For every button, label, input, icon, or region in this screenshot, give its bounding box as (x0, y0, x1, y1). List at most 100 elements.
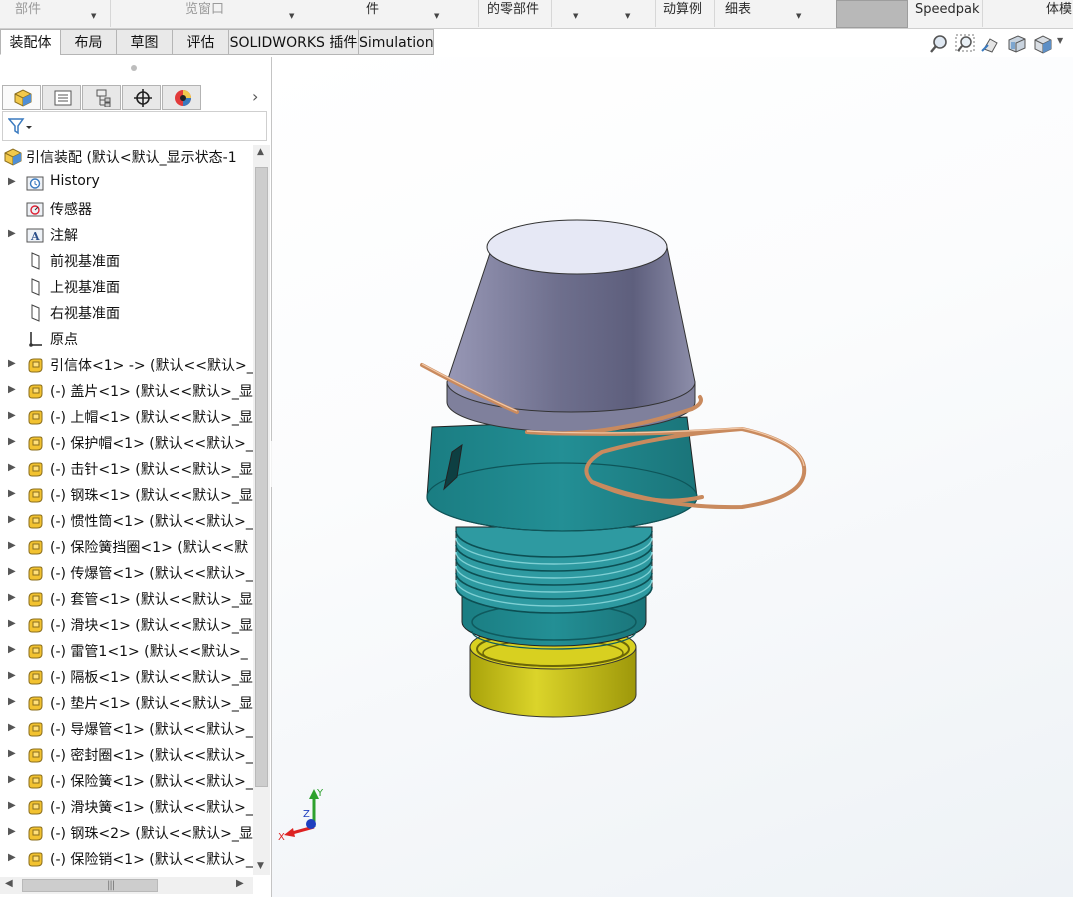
chevron-down-icon[interactable]: ▼ (796, 12, 801, 20)
expand-arrow-icon[interactable]: ▶ (8, 774, 16, 785)
tree-item[interactable]: ▶ (-) 盖片<1> (默认<<默认>_显 (0, 378, 253, 404)
tree-item[interactable]: ▶ (-) 雷管1<1> (默认<<默认>_ (0, 638, 253, 664)
ribbon-item-body-model[interactable]: 体模 (1046, 0, 1072, 27)
expand-arrow-icon[interactable]: ▶ (8, 566, 16, 577)
tree-item[interactable]: ▶ (-) 传爆管<1> (默认<<默认>_ (0, 560, 253, 586)
expand-arrow-icon[interactable]: ▶ (8, 644, 16, 655)
filter-icon[interactable] (8, 117, 34, 135)
expand-arrow-icon[interactable]: ▶ (8, 670, 16, 681)
tree-vertical-scrollbar[interactable]: ▲ ▼ (253, 145, 270, 875)
tree-item[interactable]: ▶ (-) 密封圈<1> (默认<<默认>_ (0, 742, 253, 768)
tree-item[interactable]: ▶ (-) 保护帽<1> (默认<<默认>_ (0, 430, 253, 456)
tree-filter-row[interactable] (2, 111, 267, 141)
tree-item[interactable]: ▶ History (0, 170, 253, 196)
coordinate-triad[interactable]: Y X Z (278, 785, 338, 845)
chevron-down-icon[interactable]: ▼ (91, 12, 96, 20)
ribbon-item-component[interactable]: 件 (366, 0, 379, 27)
expand-arrow-icon[interactable]: ▶ (8, 384, 16, 395)
chevron-right-icon[interactable]: › (252, 87, 258, 106)
expand-arrow-icon[interactable]: ▶ (8, 696, 16, 707)
tree-item[interactable]: ▶ (-) 钢珠<2> (默认<<默认>_显 (0, 820, 253, 846)
threaded-section[interactable] (455, 526, 653, 614)
tab-displaymanager[interactable] (162, 85, 201, 110)
expand-arrow-icon[interactable]: ▶ (8, 722, 16, 733)
tree-item[interactable]: ▶ (-) 套管<1> (默认<<默认>_显 (0, 586, 253, 612)
tree-item[interactable]: 上视基准面 (0, 274, 253, 300)
tree-item[interactable]: ▶ (-) 保险销<1> (默认<<默认>_ (0, 846, 253, 872)
scroll-right-arrow[interactable]: ▶ (236, 878, 244, 889)
expand-arrow-icon[interactable]: ▶ (8, 410, 16, 421)
scroll-up-arrow[interactable]: ▲ (257, 147, 264, 157)
expand-arrow-icon[interactable]: ▶ (8, 358, 16, 369)
scroll-left-arrow[interactable]: ◀ (5, 878, 13, 889)
tree-item[interactable]: ▶ (-) 保险簧挡圈<1> (默认<<默 (0, 534, 253, 560)
scroll-thumb[interactable]: ||| (22, 879, 158, 892)
expand-arrow-icon[interactable]: ▶ (8, 852, 16, 863)
panel-grip[interactable] (131, 65, 137, 71)
view-orientation-icon[interactable] (1032, 33, 1054, 55)
chevron-down-icon[interactable]: ▼ (573, 12, 578, 20)
tree-root-assembly[interactable]: 引信装配 (默认<默认_显示状态-1 (0, 144, 253, 170)
expand-arrow-icon[interactable]: ▶ (8, 436, 16, 447)
tree-item[interactable]: ▶ A 注解 (0, 222, 253, 248)
tree-item[interactable]: ▶ (-) 滑块<1> (默认<<默认>_显 (0, 612, 253, 638)
tree-item[interactable]: ▶ (-) 钢珠<1> (默认<<默认>_显 (0, 482, 253, 508)
section-view-icon[interactable] (1006, 33, 1028, 55)
expand-arrow-icon[interactable]: ▶ (8, 462, 16, 473)
tab-configurationmanager[interactable] (82, 85, 121, 110)
chevron-down-icon[interactable]: ▼ (625, 12, 630, 20)
tab-evaluate[interactable]: 评估 (172, 29, 229, 55)
tree-item[interactable]: 传感器 (0, 196, 253, 222)
ribbon-item-components[interactable]: 的零部件 (487, 0, 539, 27)
chevron-down-icon[interactable]: ▼ (434, 12, 439, 20)
expand-arrow-icon[interactable]: ▶ (8, 826, 16, 837)
tab-simulation[interactable]: Simulation (358, 29, 434, 55)
ribbon-item-motion-study[interactable]: 动算例 (663, 0, 702, 27)
tab-dimxpertmanager[interactable] (122, 85, 161, 110)
expand-arrow-icon[interactable]: ▶ (8, 748, 16, 759)
ribbon-item-preview-window[interactable]: 览窗口 (185, 0, 224, 27)
ribbon-item-bom[interactable]: 细表 (725, 0, 751, 27)
previous-view-icon[interactable] (980, 33, 1002, 55)
expand-arrow-icon[interactable]: ▶ (8, 488, 16, 499)
expand-arrow-icon[interactable]: ▶ (8, 800, 16, 811)
expand-arrow-icon[interactable]: ▶ (8, 540, 16, 551)
tab-propertymanager[interactable] (42, 85, 81, 110)
tree-item[interactable]: 原点 (0, 326, 253, 352)
tree-horizontal-scrollbar[interactable]: ◀ ||| ▶ (0, 877, 253, 894)
expand-arrow-icon[interactable]: ▶ (8, 176, 16, 187)
fuze-assembly-model[interactable] (272, 57, 1073, 897)
tree-item[interactable]: ▶ (-) 隔板<1> (默认<<默认>_显 (0, 664, 253, 690)
graphics-viewport[interactable]: Y X Z (272, 57, 1073, 897)
tree-item[interactable]: ▶ (-) 上帽<1> (默认<<默认>_显 (0, 404, 253, 430)
tree-item[interactable]: ▶ (-) 击针<1> (默认<<默认>_显 (0, 456, 253, 482)
scroll-down-arrow[interactable]: ▼ (257, 861, 264, 871)
scroll-thumb[interactable] (255, 167, 268, 787)
tree-item[interactable]: ▶ 引信体<1> -> (默认<<默认>_ (0, 352, 253, 378)
chevron-down-icon[interactable]: ▼ (289, 12, 294, 20)
tree-item[interactable]: 右视基准面 (0, 300, 253, 326)
tab-sketch[interactable]: 草图 (116, 29, 173, 55)
tree-item[interactable]: ▶ (-) 垫片<1> (默认<<默认>_显 (0, 690, 253, 716)
tree-item-label: (-) 击针<1> (默认<<默认>_显 (50, 462, 253, 478)
tree-item[interactable]: ▶ (-) 滑块簧<1> (默认<<默认>_ (0, 794, 253, 820)
expand-arrow-icon[interactable]: ▶ (8, 228, 16, 239)
chevron-down-icon[interactable]: ▼ (1057, 36, 1063, 45)
tree-item[interactable]: ▶ (-) 保险簧<1> (默认<<默认>_ (0, 768, 253, 794)
protective-cap[interactable] (446, 219, 696, 433)
zoom-to-fit-icon[interactable] (928, 33, 950, 55)
tree-item[interactable]: 前视基准面 (0, 248, 253, 274)
tree-item[interactable]: ▶ (-) 导爆管<1> (默认<<默认>_ (0, 716, 253, 742)
expand-arrow-icon[interactable]: ▶ (8, 592, 16, 603)
tree-item[interactable]: ▶ (-) 惯性筒<1> (默认<<默认>_ (0, 508, 253, 534)
ribbon-item-speedpak[interactable]: Speedpak (915, 0, 980, 27)
tab-assembly[interactable]: 装配体 (0, 29, 61, 55)
expand-arrow-icon[interactable]: ▶ (8, 514, 16, 525)
zoom-to-area-icon[interactable] (954, 33, 976, 55)
ribbon-item-parts[interactable]: 部件 (15, 0, 41, 27)
tab-solidworks-addins[interactable]: SOLIDWORKS 插件 (228, 29, 359, 55)
expand-arrow-icon[interactable]: ▶ (8, 618, 16, 629)
tree-item-label: (-) 保险簧挡圈<1> (默认<<默 (50, 540, 249, 556)
tab-layout[interactable]: 布局 (60, 29, 117, 55)
tab-featuremanager[interactable] (2, 85, 41, 110)
